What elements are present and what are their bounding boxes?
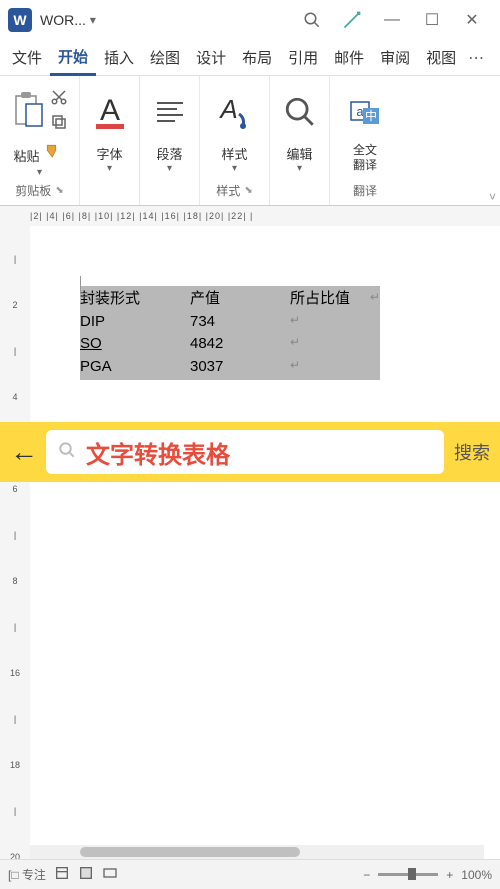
menu-review[interactable]: 审阅: [372, 41, 418, 74]
cell: 734: [190, 311, 290, 334]
search-overlay: ← 文字转换表格 搜索: [0, 422, 500, 482]
cell: DIP: [80, 311, 190, 334]
svg-text:A: A: [218, 94, 237, 124]
return-mark-icon: ↵: [290, 311, 300, 334]
menu-references[interactable]: 引用: [280, 41, 326, 74]
translate-icon[interactable]: a中: [347, 82, 383, 142]
ribbon: 粘贴 ▾ 剪贴板 ⬊ A 字体 ▾ 段落 ▾ A 样式 ▾ 样式 ⬊ 编辑 ▾: [0, 76, 500, 206]
ribbon-clipboard-group: 粘贴 ▾ 剪贴板 ⬊: [0, 76, 80, 205]
font-label[interactable]: 字体: [96, 144, 122, 163]
maximize-button[interactable]: ☐: [412, 0, 452, 40]
mic-icon[interactable]: [332, 0, 372, 40]
font-icon[interactable]: A: [92, 82, 128, 142]
paste-icon[interactable]: [12, 90, 46, 135]
cell: 3037: [190, 356, 290, 379]
paragraph-icon[interactable]: [153, 82, 187, 142]
editing-dropdown-icon[interactable]: ▾: [297, 163, 302, 174]
menu-more[interactable]: ⋯: [464, 42, 488, 74]
cell: SO: [80, 333, 190, 356]
styles-launcher-icon[interactable]: ⬊: [244, 185, 252, 196]
menu-design[interactable]: 设计: [188, 41, 234, 74]
document-title[interactable]: WOR...: [40, 12, 86, 28]
view-read-icon[interactable]: [78, 865, 94, 884]
ribbon-translate-group: a中 全文 翻译 翻译: [330, 76, 400, 205]
menu-layout[interactable]: 布局: [234, 41, 280, 74]
ribbon-editing-group: 编辑 ▾: [270, 76, 330, 205]
ribbon-font-group: A 字体 ▾: [80, 76, 140, 205]
statusbar: [□ 专注 − + 100%: [0, 859, 500, 889]
return-mark-icon: ↵: [370, 288, 380, 311]
page-corner-mark: [80, 276, 98, 294]
focus-mode-button[interactable]: [□ 专注: [8, 866, 46, 883]
header-col3: 所占比值: [290, 288, 370, 311]
clipboard-launcher-icon[interactable]: ⬊: [55, 185, 63, 196]
font-dropdown-icon[interactable]: ▾: [107, 163, 112, 174]
translate-label-2[interactable]: 翻译: [353, 159, 377, 172]
translate-label-1[interactable]: 全文: [353, 144, 377, 157]
search-icon: [58, 441, 76, 464]
menubar: 文件 开始 插入 绘图 设计 布局 引用 邮件 审阅 视图 ⋯: [0, 40, 500, 76]
titlebar: W WOR... ▾ — ☐ ✕: [0, 0, 500, 40]
editing-label[interactable]: 编辑: [286, 144, 312, 163]
cell: PGA: [80, 356, 190, 379]
zoom-in-button[interactable]: +: [446, 868, 453, 882]
menu-file[interactable]: 文件: [4, 41, 50, 74]
selected-text-block[interactable]: 封装形式 产值 所占比值↵ DIP 734 ↵ SO 4842 ↵ PGA 30…: [80, 286, 380, 380]
close-button[interactable]: ✕: [452, 0, 492, 40]
editing-icon[interactable]: [283, 82, 317, 142]
styles-dropdown-icon[interactable]: ▾: [232, 163, 237, 174]
zoom-slider[interactable]: [378, 873, 438, 876]
format-painter-icon[interactable]: [42, 142, 66, 167]
paragraph-dropdown-icon[interactable]: ▾: [167, 163, 172, 174]
zoom-controls: − + 100%: [363, 868, 492, 882]
ribbon-collapse-icon[interactable]: ˅: [489, 190, 496, 204]
search-text: 文字转换表格: [86, 435, 230, 470]
menu-home[interactable]: 开始: [50, 40, 96, 76]
cell: 4842: [190, 333, 290, 356]
menu-insert[interactable]: 插入: [96, 41, 142, 74]
title-dropdown-icon[interactable]: ▾: [90, 13, 96, 27]
view-print-icon[interactable]: [54, 865, 70, 884]
menu-mail[interactable]: 邮件: [326, 41, 372, 74]
return-mark-icon: ↵: [290, 356, 300, 379]
back-arrow-icon[interactable]: ←: [10, 436, 38, 468]
paste-label[interactable]: 粘贴: [13, 146, 39, 165]
styles-label[interactable]: 样式: [221, 144, 247, 163]
view-web-icon[interactable]: [102, 865, 118, 884]
document-page[interactable]: 封装形式 产值 所占比值↵ DIP 734 ↵ SO 4842 ↵ PGA 30…: [30, 226, 500, 400]
svg-text:A: A: [99, 94, 119, 127]
menu-draw[interactable]: 绘图: [142, 41, 188, 74]
copy-icon[interactable]: [50, 113, 68, 136]
return-mark-icon: ↵: [290, 333, 300, 356]
cut-icon[interactable]: [50, 88, 68, 111]
minimize-button[interactable]: —: [372, 0, 412, 40]
styles-footer: 样式: [216, 182, 240, 199]
styles-icon[interactable]: A: [215, 82, 255, 142]
search-button[interactable]: 搜索: [454, 439, 490, 465]
vertical-ruler[interactable]: |2|4|6|8 |16|18|20|22|24|26: [0, 226, 30, 859]
search-input[interactable]: 文字转换表格: [46, 430, 444, 474]
search-icon[interactable]: [292, 0, 332, 40]
horizontal-scrollbar[interactable]: [30, 845, 484, 859]
horizontal-ruler[interactable]: |2| |4| |6| |8| |10| |12| |14| |16| |18|…: [0, 206, 500, 226]
zoom-value[interactable]: 100%: [461, 868, 492, 882]
document-area[interactable]: 封装形式 产值 所占比值↵ DIP 734 ↵ SO 4842 ↵ PGA 30…: [30, 226, 500, 859]
ribbon-paragraph-group: 段落 ▾: [140, 76, 200, 205]
header-col2: 产值: [190, 288, 290, 311]
scrollbar-thumb[interactable]: [80, 847, 300, 857]
ribbon-styles-group: A 样式 ▾ 样式 ⬊: [200, 76, 270, 205]
word-app-icon: W: [8, 8, 32, 32]
translate-footer: 翻译: [353, 182, 377, 199]
paragraph-label[interactable]: 段落: [156, 144, 182, 163]
svg-text:中: 中: [365, 108, 377, 123]
paste-dropdown-icon[interactable]: ▾: [37, 167, 42, 178]
zoom-out-button[interactable]: −: [363, 868, 370, 882]
clipboard-footer: 剪贴板: [15, 182, 51, 199]
menu-view[interactable]: 视图: [418, 41, 464, 74]
